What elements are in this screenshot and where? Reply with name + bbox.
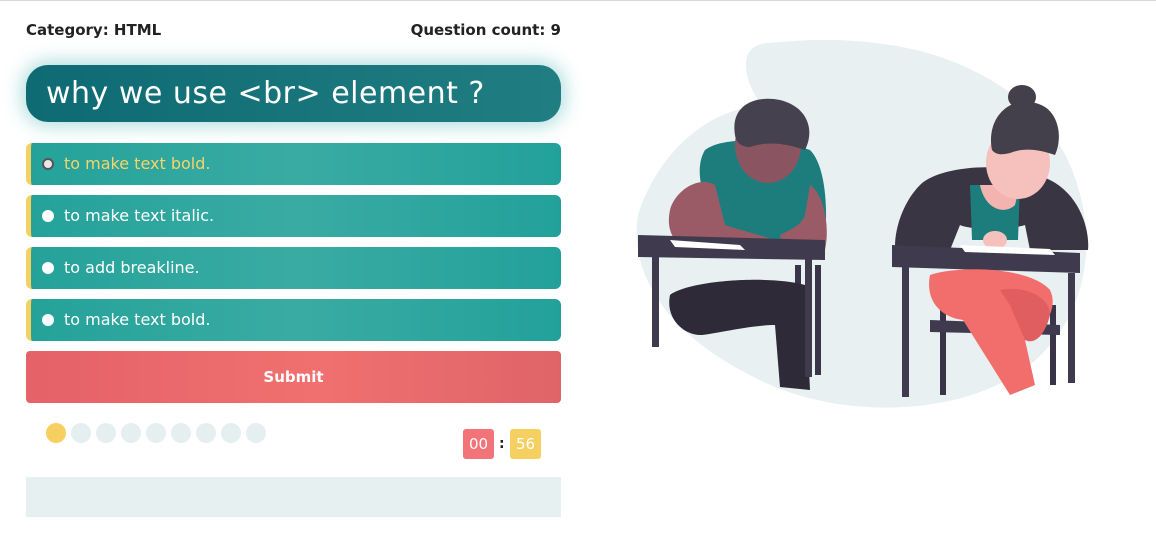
right-desk-leg-2 — [1068, 273, 1075, 383]
radio-icon[interactable] — [42, 314, 54, 326]
right-chair-leg-2 — [1050, 305, 1056, 385]
answer-label: to make text italic. — [64, 206, 215, 225]
radio-icon[interactable] — [42, 262, 54, 274]
left-chair-leg-2 — [815, 265, 821, 375]
submit-button[interactable]: Submit — [26, 351, 561, 403]
timer-minutes: 00 — [463, 429, 494, 459]
results-panel — [26, 477, 561, 517]
answer-label: to make text bold. — [64, 310, 211, 329]
question-title: why we use <br> element ? — [26, 65, 561, 122]
radio-icon[interactable] — [42, 158, 54, 170]
progress-bullet — [46, 423, 66, 443]
quiz-info-bar: Category: HTML Question count: 9 — [26, 21, 561, 43]
question-count: Question count: 9 — [410, 21, 561, 39]
progress-bullet — [246, 423, 266, 443]
answer-option-1[interactable]: to make text bold. — [26, 143, 561, 185]
progress-bullet — [146, 423, 166, 443]
left-desk-leg — [652, 257, 659, 347]
progress-bullet — [71, 423, 91, 443]
right-chair-leg — [940, 305, 946, 395]
left-desk-leg-2 — [805, 257, 812, 377]
answer-option-2[interactable]: to make text italic. — [26, 195, 561, 237]
students-taking-exam-illustration — [636, 39, 1089, 408]
timer-seconds: 56 — [510, 429, 541, 459]
progress-bullet — [171, 423, 191, 443]
answer-label: to make text bold. — [64, 154, 211, 173]
progress-bullet — [196, 423, 216, 443]
top-border — [0, 0, 1156, 1]
progress-bullet — [96, 423, 116, 443]
answer-option-3[interactable]: to add breakline. — [26, 247, 561, 289]
radio-icon[interactable] — [42, 210, 54, 222]
progress-bullet — [121, 423, 141, 443]
right-student-bun — [1008, 85, 1036, 109]
answer-label: to add breakline. — [64, 258, 200, 277]
answers-list: to make text bold. to make text italic. … — [26, 143, 561, 351]
category-label: Category: HTML — [26, 21, 162, 39]
answer-option-4[interactable]: to make text bold. — [26, 299, 561, 341]
progress-bullet — [221, 423, 241, 443]
timer-separator: : — [499, 436, 505, 452]
right-desk-leg — [902, 267, 909, 397]
